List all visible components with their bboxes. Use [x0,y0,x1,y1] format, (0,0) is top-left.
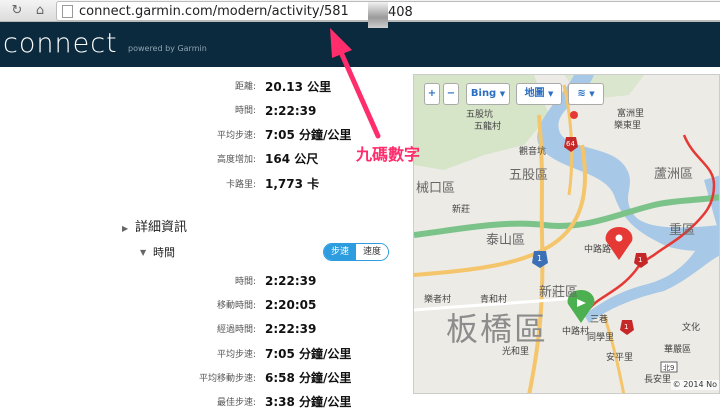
screen: ↻ ⌂ connect.garmin.com/modern/activity/5… [0,0,720,411]
annotation-text: 九碼數字 [356,145,421,164]
annotation-arrow [330,28,381,139]
url-redaction [368,2,388,28]
